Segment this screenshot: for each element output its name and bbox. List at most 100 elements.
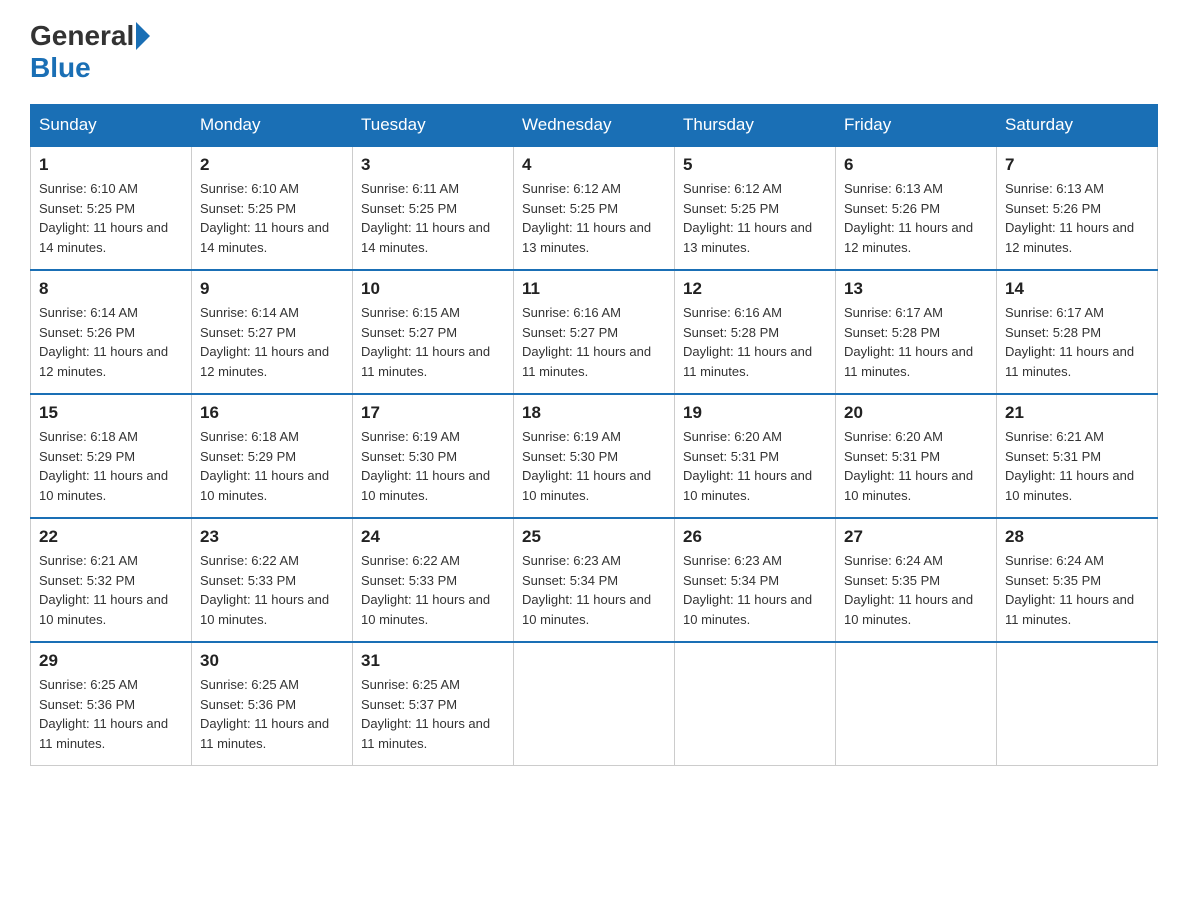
day-info: Sunrise: 6:13 AM Sunset: 5:26 PM Dayligh…	[844, 179, 988, 257]
calendar-table: SundayMondayTuesdayWednesdayThursdayFrid…	[30, 104, 1158, 766]
day-info: Sunrise: 6:22 AM Sunset: 5:33 PM Dayligh…	[200, 551, 344, 629]
logo-general-text: General	[30, 20, 134, 52]
day-number: 26	[683, 527, 827, 547]
day-info: Sunrise: 6:25 AM Sunset: 5:36 PM Dayligh…	[200, 675, 344, 753]
day-info: Sunrise: 6:21 AM Sunset: 5:32 PM Dayligh…	[39, 551, 183, 629]
calendar-cell: 14 Sunrise: 6:17 AM Sunset: 5:28 PM Dayl…	[997, 270, 1158, 394]
day-info: Sunrise: 6:19 AM Sunset: 5:30 PM Dayligh…	[522, 427, 666, 505]
calendar-cell: 3 Sunrise: 6:11 AM Sunset: 5:25 PM Dayli…	[353, 146, 514, 270]
calendar-cell: 10 Sunrise: 6:15 AM Sunset: 5:27 PM Dayl…	[353, 270, 514, 394]
day-info: Sunrise: 6:23 AM Sunset: 5:34 PM Dayligh…	[522, 551, 666, 629]
day-info: Sunrise: 6:14 AM Sunset: 5:26 PM Dayligh…	[39, 303, 183, 381]
day-number: 9	[200, 279, 344, 299]
day-info: Sunrise: 6:16 AM Sunset: 5:27 PM Dayligh…	[522, 303, 666, 381]
day-number: 4	[522, 155, 666, 175]
calendar-cell: 31 Sunrise: 6:25 AM Sunset: 5:37 PM Dayl…	[353, 642, 514, 766]
calendar-week-4: 22 Sunrise: 6:21 AM Sunset: 5:32 PM Dayl…	[31, 518, 1158, 642]
calendar-cell: 25 Sunrise: 6:23 AM Sunset: 5:34 PM Dayl…	[514, 518, 675, 642]
day-info: Sunrise: 6:25 AM Sunset: 5:37 PM Dayligh…	[361, 675, 505, 753]
day-number: 2	[200, 155, 344, 175]
day-info: Sunrise: 6:16 AM Sunset: 5:28 PM Dayligh…	[683, 303, 827, 381]
day-number: 24	[361, 527, 505, 547]
day-number: 15	[39, 403, 183, 423]
day-number: 11	[522, 279, 666, 299]
day-info: Sunrise: 6:12 AM Sunset: 5:25 PM Dayligh…	[522, 179, 666, 257]
day-number: 28	[1005, 527, 1149, 547]
calendar-cell: 27 Sunrise: 6:24 AM Sunset: 5:35 PM Dayl…	[836, 518, 997, 642]
day-number: 5	[683, 155, 827, 175]
day-number: 8	[39, 279, 183, 299]
calendar-week-3: 15 Sunrise: 6:18 AM Sunset: 5:29 PM Dayl…	[31, 394, 1158, 518]
logo: General Blue	[30, 20, 152, 84]
calendar-cell: 19 Sunrise: 6:20 AM Sunset: 5:31 PM Dayl…	[675, 394, 836, 518]
day-info: Sunrise: 6:15 AM Sunset: 5:27 PM Dayligh…	[361, 303, 505, 381]
day-info: Sunrise: 6:20 AM Sunset: 5:31 PM Dayligh…	[844, 427, 988, 505]
day-number: 20	[844, 403, 988, 423]
day-number: 27	[844, 527, 988, 547]
page-header: General Blue	[30, 20, 1158, 84]
day-info: Sunrise: 6:25 AM Sunset: 5:36 PM Dayligh…	[39, 675, 183, 753]
day-info: Sunrise: 6:23 AM Sunset: 5:34 PM Dayligh…	[683, 551, 827, 629]
calendar-cell	[514, 642, 675, 766]
calendar-cell: 29 Sunrise: 6:25 AM Sunset: 5:36 PM Dayl…	[31, 642, 192, 766]
day-info: Sunrise: 6:17 AM Sunset: 5:28 PM Dayligh…	[1005, 303, 1149, 381]
calendar-cell: 11 Sunrise: 6:16 AM Sunset: 5:27 PM Dayl…	[514, 270, 675, 394]
day-number: 6	[844, 155, 988, 175]
weekday-header-thursday: Thursday	[675, 105, 836, 147]
day-number: 10	[361, 279, 505, 299]
calendar-cell: 16 Sunrise: 6:18 AM Sunset: 5:29 PM Dayl…	[192, 394, 353, 518]
day-number: 21	[1005, 403, 1149, 423]
calendar-cell: 5 Sunrise: 6:12 AM Sunset: 5:25 PM Dayli…	[675, 146, 836, 270]
calendar-week-5: 29 Sunrise: 6:25 AM Sunset: 5:36 PM Dayl…	[31, 642, 1158, 766]
calendar-cell: 13 Sunrise: 6:17 AM Sunset: 5:28 PM Dayl…	[836, 270, 997, 394]
day-info: Sunrise: 6:24 AM Sunset: 5:35 PM Dayligh…	[844, 551, 988, 629]
calendar-cell: 6 Sunrise: 6:13 AM Sunset: 5:26 PM Dayli…	[836, 146, 997, 270]
day-info: Sunrise: 6:17 AM Sunset: 5:28 PM Dayligh…	[844, 303, 988, 381]
calendar-cell: 23 Sunrise: 6:22 AM Sunset: 5:33 PM Dayl…	[192, 518, 353, 642]
calendar-cell: 1 Sunrise: 6:10 AM Sunset: 5:25 PM Dayli…	[31, 146, 192, 270]
weekday-header-tuesday: Tuesday	[353, 105, 514, 147]
day-info: Sunrise: 6:20 AM Sunset: 5:31 PM Dayligh…	[683, 427, 827, 505]
weekday-header-wednesday: Wednesday	[514, 105, 675, 147]
calendar-cell: 26 Sunrise: 6:23 AM Sunset: 5:34 PM Dayl…	[675, 518, 836, 642]
day-number: 19	[683, 403, 827, 423]
calendar-cell	[836, 642, 997, 766]
calendar-cell: 2 Sunrise: 6:10 AM Sunset: 5:25 PM Dayli…	[192, 146, 353, 270]
day-number: 14	[1005, 279, 1149, 299]
calendar-cell: 24 Sunrise: 6:22 AM Sunset: 5:33 PM Dayl…	[353, 518, 514, 642]
day-number: 29	[39, 651, 183, 671]
day-number: 31	[361, 651, 505, 671]
calendar-cell: 12 Sunrise: 6:16 AM Sunset: 5:28 PM Dayl…	[675, 270, 836, 394]
day-info: Sunrise: 6:22 AM Sunset: 5:33 PM Dayligh…	[361, 551, 505, 629]
day-info: Sunrise: 6:10 AM Sunset: 5:25 PM Dayligh…	[39, 179, 183, 257]
weekday-header-monday: Monday	[192, 105, 353, 147]
weekday-header-saturday: Saturday	[997, 105, 1158, 147]
calendar-week-2: 8 Sunrise: 6:14 AM Sunset: 5:26 PM Dayli…	[31, 270, 1158, 394]
day-number: 13	[844, 279, 988, 299]
calendar-cell	[997, 642, 1158, 766]
day-info: Sunrise: 6:18 AM Sunset: 5:29 PM Dayligh…	[200, 427, 344, 505]
day-info: Sunrise: 6:24 AM Sunset: 5:35 PM Dayligh…	[1005, 551, 1149, 629]
calendar-cell: 22 Sunrise: 6:21 AM Sunset: 5:32 PM Dayl…	[31, 518, 192, 642]
day-number: 17	[361, 403, 505, 423]
calendar-cell: 8 Sunrise: 6:14 AM Sunset: 5:26 PM Dayli…	[31, 270, 192, 394]
logo-triangle-icon	[136, 22, 150, 50]
calendar-cell: 7 Sunrise: 6:13 AM Sunset: 5:26 PM Dayli…	[997, 146, 1158, 270]
calendar-cell: 18 Sunrise: 6:19 AM Sunset: 5:30 PM Dayl…	[514, 394, 675, 518]
calendar-cell: 17 Sunrise: 6:19 AM Sunset: 5:30 PM Dayl…	[353, 394, 514, 518]
calendar-cell: 15 Sunrise: 6:18 AM Sunset: 5:29 PM Dayl…	[31, 394, 192, 518]
day-info: Sunrise: 6:13 AM Sunset: 5:26 PM Dayligh…	[1005, 179, 1149, 257]
day-number: 3	[361, 155, 505, 175]
day-info: Sunrise: 6:12 AM Sunset: 5:25 PM Dayligh…	[683, 179, 827, 257]
day-number: 30	[200, 651, 344, 671]
weekday-header-row: SundayMondayTuesdayWednesdayThursdayFrid…	[31, 105, 1158, 147]
calendar-cell: 4 Sunrise: 6:12 AM Sunset: 5:25 PM Dayli…	[514, 146, 675, 270]
calendar-week-1: 1 Sunrise: 6:10 AM Sunset: 5:25 PM Dayli…	[31, 146, 1158, 270]
day-number: 23	[200, 527, 344, 547]
calendar-cell: 20 Sunrise: 6:20 AM Sunset: 5:31 PM Dayl…	[836, 394, 997, 518]
calendar-cell: 30 Sunrise: 6:25 AM Sunset: 5:36 PM Dayl…	[192, 642, 353, 766]
day-info: Sunrise: 6:18 AM Sunset: 5:29 PM Dayligh…	[39, 427, 183, 505]
day-info: Sunrise: 6:21 AM Sunset: 5:31 PM Dayligh…	[1005, 427, 1149, 505]
logo-blue-text: Blue	[30, 52, 91, 84]
day-number: 18	[522, 403, 666, 423]
